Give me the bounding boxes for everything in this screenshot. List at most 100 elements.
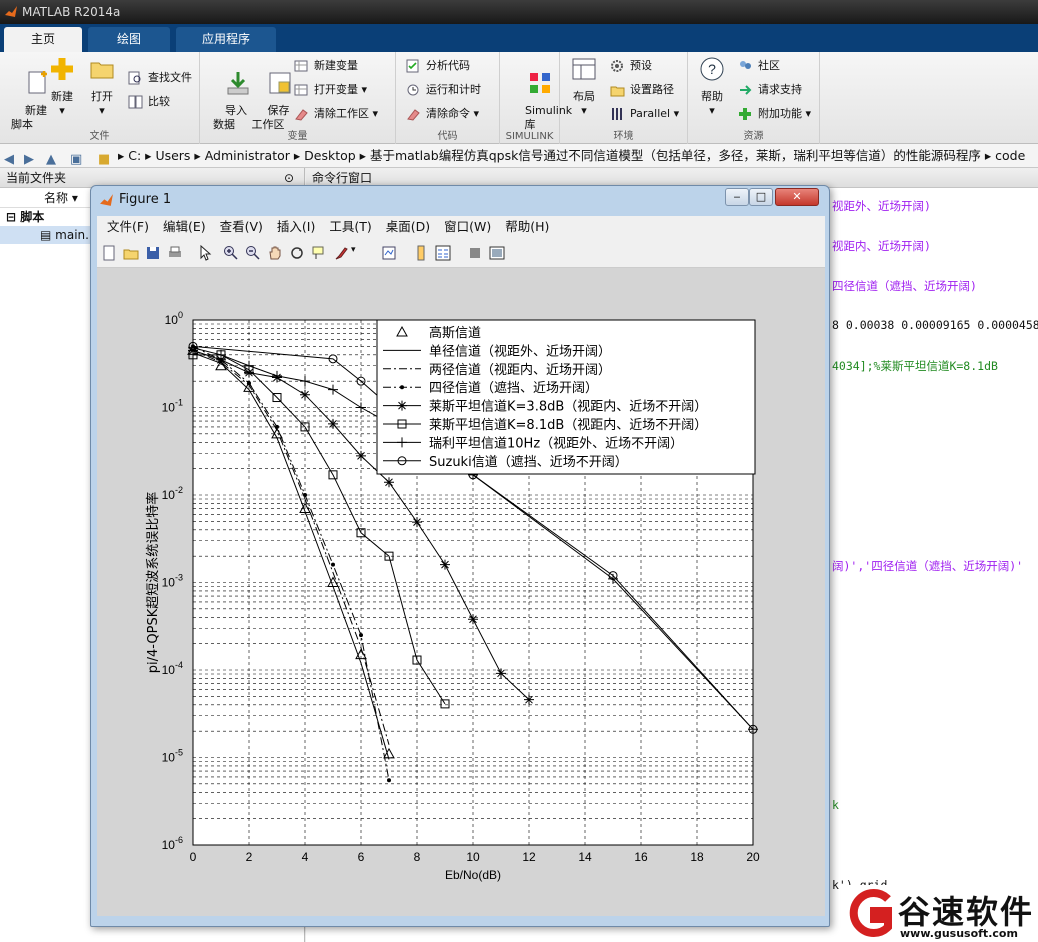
edit-plot-arrow-icon[interactable] <box>197 245 213 261</box>
legend-label: 四径信道（遮挡、近场开阔） <box>429 380 598 396</box>
open-variable-button[interactable]: 打开变量 ▾ <box>294 80 367 100</box>
new-button[interactable]: 新建 ▾ <box>44 56 80 118</box>
tab-home[interactable]: 主页 <box>4 27 82 52</box>
cmd-line: 视距外、近场开阔) <box>832 199 931 213</box>
analyze-code-button[interactable]: 分析代码 <box>406 56 470 76</box>
figure-menu-item[interactable]: 查看(V) <box>220 216 263 238</box>
breadcrumb-item[interactable]: 基于matlab编程仿真qpsk信号通过不同信道模型（包括单径，多径，莱斯，瑞利… <box>370 148 981 163</box>
rotate-3d-icon[interactable] <box>289 245 305 261</box>
add-ons-label: 附加功能 <box>758 107 802 120</box>
new-variable-icon <box>294 60 308 72</box>
tab-plots[interactable]: 绘图 <box>88 27 170 52</box>
gear-icon <box>611 60 623 72</box>
help-label: 帮助 <box>701 90 723 103</box>
file-group: 新建 脚本 新建 ▾ 打开 ▾ 查找文件 比较 文件 <box>0 52 200 144</box>
link-plot-icon[interactable] <box>381 245 397 261</box>
series-marker <box>247 381 251 386</box>
figure-toolbar: ▾ <box>97 238 825 268</box>
x-axis-label: Eb/No(dB) <box>445 868 501 882</box>
legend-icon[interactable] <box>435 245 451 261</box>
x-tick-label: 12 <box>522 850 536 864</box>
breadcrumb-item[interactable]: Users <box>155 148 190 163</box>
x-tick-label: 10 <box>466 850 480 864</box>
chevron-down-icon[interactable]: ▾ <box>351 245 367 261</box>
community-label: 社区 <box>758 59 780 72</box>
series-marker <box>303 493 307 497</box>
show-plot-tools-icon[interactable] <box>489 245 505 261</box>
find-files-button[interactable]: 查找文件 <box>128 68 192 88</box>
cmd-line: 4034];%莱斯平坦信道K=8.1dB <box>832 359 998 373</box>
analyze-code-icon <box>406 59 419 73</box>
tab-apps[interactable]: 应用程序 <box>176 27 276 52</box>
help-button[interactable]: ? 帮助 ▾ <box>692 56 732 118</box>
compare-button[interactable]: 比较 <box>128 92 170 112</box>
maximize-button[interactable]: □ <box>749 188 773 206</box>
chevron-down-icon: ▾ <box>709 104 715 117</box>
layout-button[interactable]: 布局 ▾ <box>564 56 604 118</box>
brush-icon[interactable] <box>333 245 349 261</box>
plot-canvas[interactable]: 0 2 4 6 8 10 12 14 16 18 20 100 10-1 10-2 10-3 10-4 10-5… <box>97 268 825 916</box>
zoom-in-icon[interactable] <box>223 245 239 261</box>
new-variable-button[interactable]: 新建变量 <box>294 56 358 76</box>
hide-plot-tools-icon[interactable] <box>467 245 483 261</box>
community-button[interactable]: 社区 <box>738 56 780 76</box>
name-column-label: 名称 <box>44 191 69 205</box>
ber-chart[interactable]: 0 2 4 6 8 10 12 14 16 18 20 100 10-1 10-2 10-3 10-4 10-5… <box>97 268 825 916</box>
series-marker <box>275 424 279 429</box>
set-path-button[interactable]: 设置路径 <box>610 80 674 100</box>
minimize-button[interactable]: ‒ <box>725 188 749 206</box>
simulink-icon <box>530 73 551 93</box>
set-path-icon <box>610 86 625 97</box>
variable-group-label: 变量 <box>287 131 308 142</box>
breadcrumb-item[interactable]: Desktop <box>304 148 356 163</box>
data-cursor-icon[interactable] <box>311 245 327 261</box>
preferences-button[interactable]: 预设 <box>610 56 652 76</box>
clear-commands-icon <box>407 109 420 121</box>
breadcrumb-item[interactable]: code <box>995 148 1025 163</box>
breadcrumb-item[interactable]: Administrator <box>205 148 290 163</box>
figure-menu-item[interactable]: 工具(T) <box>329 216 371 238</box>
resources-group-label: 资源 <box>743 131 764 142</box>
close-button[interactable]: ✕ <box>775 188 819 206</box>
clear-commands-button[interactable]: 清除命令 ▾ <box>406 104 479 124</box>
add-ons-button[interactable]: 附加功能 ▾ <box>738 104 811 124</box>
cmd-line: k <box>832 798 839 812</box>
colorbar-icon[interactable] <box>413 245 429 261</box>
clear-workspace-label: 清除工作区 <box>314 107 369 120</box>
breadcrumb-item[interactable]: C: <box>128 148 141 163</box>
series-marker <box>496 668 506 679</box>
print-icon[interactable] <box>167 245 183 261</box>
figure-title-bar[interactable]: Figure 1 ‒ □ ✕ <box>91 186 829 214</box>
series-marker <box>468 614 478 625</box>
current-folder-title: 当前文件夹 <box>6 171 67 185</box>
clear-workspace-button[interactable]: 清除工作区 ▾ <box>294 104 378 124</box>
breadcrumb-separator: ▸ <box>355 148 370 163</box>
run-and-time-button[interactable]: 运行和计时 <box>406 80 481 100</box>
legend-marker <box>397 400 407 411</box>
figure-menu-item[interactable]: 插入(I) <box>277 216 315 238</box>
run-and-time-icon <box>407 84 419 96</box>
analyze-code-label: 分析代码 <box>426 59 470 72</box>
series-marker <box>328 418 338 429</box>
open-file-icon[interactable] <box>123 245 139 261</box>
new-figure-icon[interactable] <box>101 245 117 261</box>
figure-menu-item[interactable]: 帮助(H) <box>505 216 549 238</box>
set-path-label: 设置路径 <box>630 83 674 96</box>
figure-title: Figure 1 <box>119 192 172 207</box>
clear-workspace-icon <box>295 109 308 121</box>
figure-menu-item[interactable]: 桌面(D) <box>386 216 430 238</box>
figure-menu-item[interactable]: 窗口(W) <box>444 216 491 238</box>
clear-commands-label: 清除命令 <box>426 107 470 120</box>
series-marker <box>412 517 422 528</box>
compare-label: 比较 <box>148 95 170 108</box>
legend-label: 莱斯平坦信道K=3.8dB（视距内、近场不开阔） <box>429 399 707 415</box>
parallel-button[interactable]: Parallel ▾ <box>610 104 679 124</box>
zoom-out-icon[interactable] <box>245 245 261 261</box>
pan-hand-icon[interactable] <box>267 245 283 261</box>
figure-menu-item[interactable]: 编辑(E) <box>163 216 206 238</box>
app-title: MATLAB R2014a <box>22 5 121 19</box>
save-icon[interactable] <box>145 245 161 261</box>
request-support-button[interactable]: 请求支持 <box>738 80 802 100</box>
open-button[interactable]: 打开 ▾ <box>84 56 120 118</box>
figure-menu-item[interactable]: 文件(F) <box>107 216 149 238</box>
